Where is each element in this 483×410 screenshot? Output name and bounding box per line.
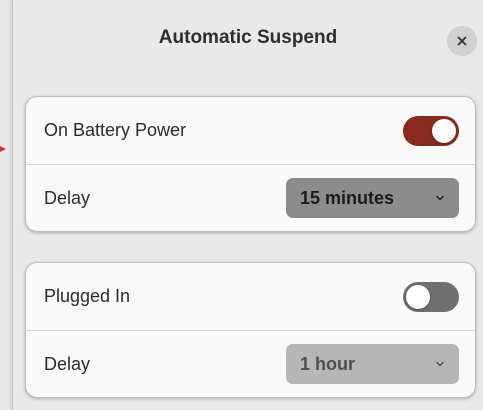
dialog-title: Automatic Suspend bbox=[158, 27, 338, 48]
plugged-switch[interactable] bbox=[403, 281, 459, 312]
screen: Automatic Suspend On Battery Power Delay… bbox=[0, 0, 483, 410]
battery-delay-value: 15 minutes bbox=[300, 187, 395, 208]
battery-toggle-row: On Battery Power bbox=[26, 97, 475, 164]
plugged-card: Plugged In Delay 1 hour bbox=[25, 262, 476, 398]
plugged-delay-row: Delay 1 hour bbox=[26, 330, 475, 397]
close-button[interactable] bbox=[447, 26, 477, 56]
battery-switch[interactable] bbox=[403, 115, 459, 146]
plugged-delay-dropdown[interactable]: 1 hour bbox=[286, 344, 459, 384]
plugged-delay-label: Delay bbox=[44, 353, 91, 374]
pointer-arrow-icon bbox=[0, 144, 6, 154]
plugged-label: Plugged In bbox=[44, 286, 131, 306]
close-icon bbox=[457, 36, 467, 46]
battery-delay-dropdown[interactable]: 15 minutes bbox=[286, 178, 459, 218]
battery-card: On Battery Power Delay 15 minutes bbox=[25, 96, 476, 232]
battery-switch-knob bbox=[432, 118, 456, 143]
chevron-down-icon bbox=[436, 361, 444, 367]
battery-delay-label: Delay bbox=[44, 187, 91, 208]
plugged-delay-value: 1 hour bbox=[300, 353, 356, 374]
plugged-toggle-row: Plugged In bbox=[26, 263, 475, 330]
battery-label: On Battery Power bbox=[44, 120, 187, 140]
automatic-suspend-dialog: Automatic Suspend On Battery Power Delay… bbox=[12, 0, 483, 410]
battery-delay-row: Delay 15 minutes bbox=[26, 164, 475, 231]
dialog-header: Automatic Suspend bbox=[13, 0, 483, 82]
plugged-switch-knob bbox=[406, 284, 430, 309]
chevron-down-icon bbox=[436, 195, 444, 201]
